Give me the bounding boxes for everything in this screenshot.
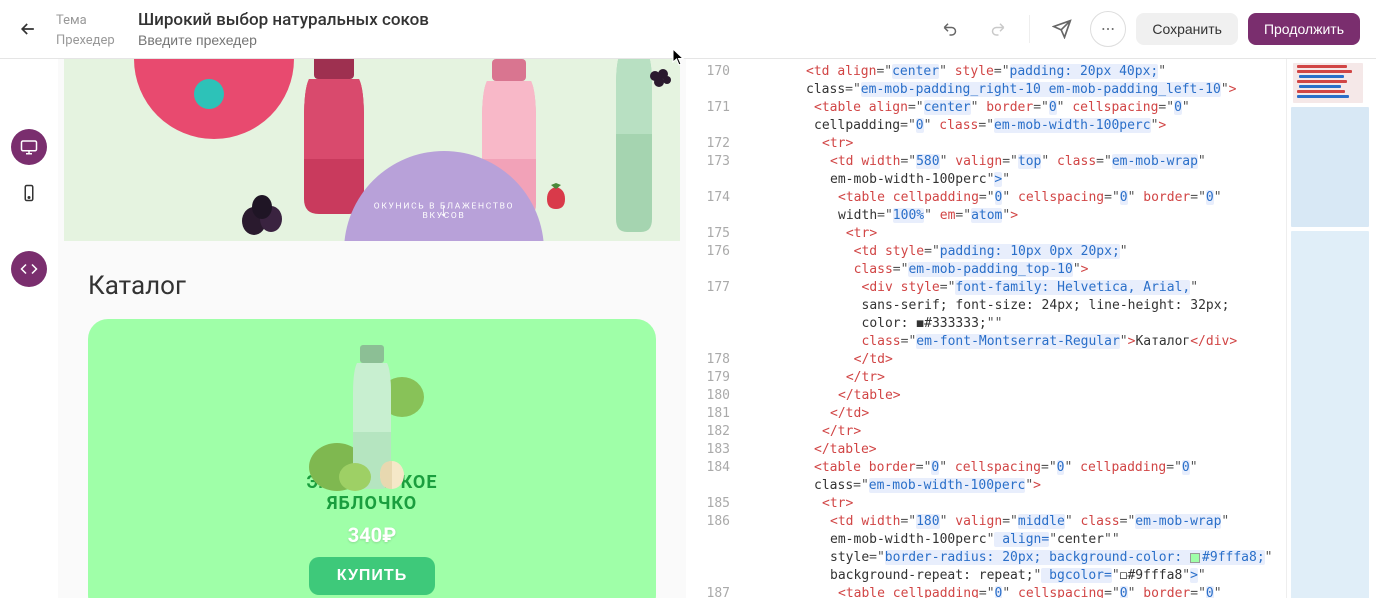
undo-button[interactable] <box>933 11 969 47</box>
product-card-green: ЭЛЬФИЙСКОЕ ЯБЛОЧКО 340₽ КУПИТЬ <box>88 319 656 598</box>
divider <box>1029 15 1030 43</box>
header-fields: Тема Широкий выбор натуральных соков Пре… <box>56 10 917 48</box>
header-actions: Сохранить Продолжить <box>933 11 1360 47</box>
line-number: 173 <box>690 153 730 189</box>
line-number: 176 <box>690 243 730 279</box>
preview-content[interactable]: ОКУНИСЬ В БЛАЖЕНСТВО ВКУСОВ ↓ Каталог <box>64 59 680 598</box>
save-button[interactable]: Сохранить <box>1136 13 1238 45</box>
back-button[interactable] <box>16 17 40 41</box>
mobile-view-button[interactable] <box>11 175 47 211</box>
line-number: 180 <box>690 387 730 405</box>
preheader-input[interactable] <box>138 32 319 48</box>
strawberry-icon <box>539 181 574 211</box>
line-number: 177 <box>690 279 730 351</box>
more-button[interactable] <box>1090 11 1126 47</box>
desktop-view-button[interactable] <box>11 129 47 165</box>
line-number: 171 <box>690 99 730 135</box>
line-number: 185 <box>690 495 730 513</box>
code-view-button[interactable] <box>11 251 47 287</box>
line-gutter: 170 171 172 173 174 175 176 177 178 179 … <box>686 59 742 598</box>
subject-label: Тема <box>56 13 126 28</box>
line-number: 179 <box>690 369 730 387</box>
main: ОКУНИСЬ В БЛАЖЕНСТВО ВКУСОВ ↓ Каталог <box>0 59 1376 598</box>
redo-button[interactable] <box>979 11 1015 47</box>
line-number: 170 <box>690 63 730 99</box>
subject-value[interactable]: Широкий выбор натуральных соков <box>138 10 429 30</box>
sidebar <box>0 59 58 598</box>
catalog-title: Каталог <box>64 241 680 319</box>
blackberry-icon <box>645 64 675 94</box>
line-number: 184 <box>690 459 730 495</box>
line-number: 178 <box>690 351 730 369</box>
line-number: 186 <box>690 513 730 585</box>
buy-button[interactable]: КУПИТЬ <box>309 557 435 595</box>
line-number: 183 <box>690 441 730 459</box>
product-price: 340₽ <box>348 523 397 547</box>
preview-panel: ОКУНИСЬ В БЛАЖЕНСТВО ВКУСОВ ↓ Каталог <box>58 59 686 598</box>
line-number: 172 <box>690 135 730 153</box>
minimap[interactable] <box>1286 59 1376 598</box>
line-number: 174 <box>690 189 730 225</box>
send-button[interactable] <box>1044 11 1080 47</box>
code-editor[interactable]: 170 171 172 173 174 175 176 177 178 179 … <box>686 59 1376 598</box>
product-image <box>307 337 437 501</box>
line-number: 181 <box>690 405 730 423</box>
arrow-down-icon: ↓ <box>439 200 448 221</box>
hero-dot-decoration <box>194 79 224 109</box>
line-number: 182 <box>690 423 730 441</box>
preheader-label: Прехедер <box>56 33 126 48</box>
line-number: 175 <box>690 225 730 243</box>
header-bar: Тема Широкий выбор натуральных соков Пре… <box>0 0 1376 59</box>
line-number: 187 <box>690 585 730 598</box>
hero-section: ОКУНИСЬ В БЛАЖЕНСТВО ВКУСОВ ↓ <box>64 59 680 241</box>
code-body[interactable]: <td align="center" style="padding: 20px … <box>742 59 1286 598</box>
continue-button[interactable]: Продолжить <box>1248 13 1360 45</box>
